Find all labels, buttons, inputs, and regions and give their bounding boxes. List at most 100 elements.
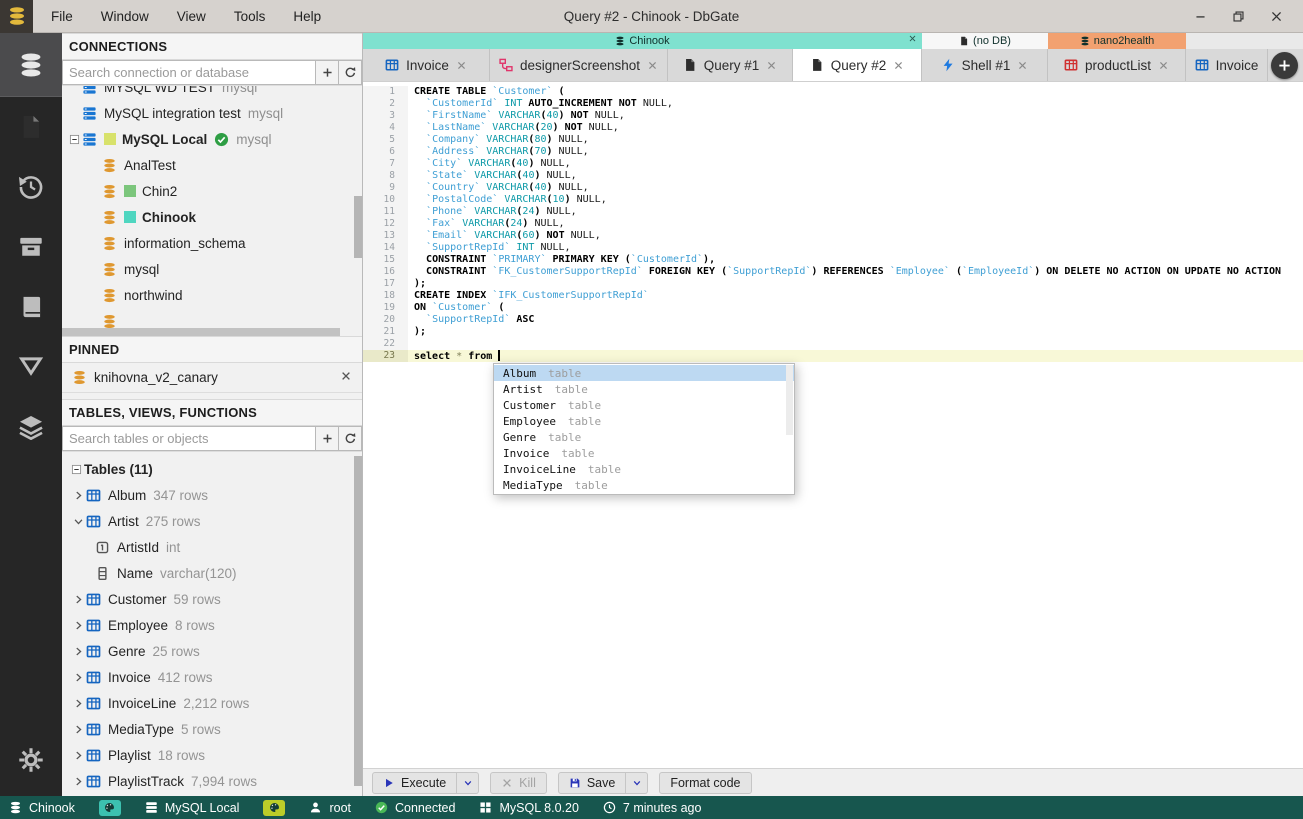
menu-tools[interactable]: Tools xyxy=(234,9,266,24)
connection-tree-row[interactable]: MySQL Local mysql xyxy=(62,126,362,152)
tab-productlist[interactable]: productList xyxy=(1048,49,1186,81)
close-tab-button[interactable] xyxy=(647,60,658,71)
execute-dropdown-button[interactable] xyxy=(457,771,480,794)
tables-search-input[interactable] xyxy=(62,426,316,451)
rail-history-button[interactable] xyxy=(0,157,62,217)
table-tree-row[interactable]: Tables (11) xyxy=(62,456,362,482)
tab-invoice[interactable]: Invoice xyxy=(1186,49,1268,81)
menu-window[interactable]: Window xyxy=(101,9,149,24)
table-tree-row[interactable]: MediaType 5 rows xyxy=(62,716,362,742)
connection-tree-row[interactable]: AnalTest xyxy=(62,152,362,178)
connections-hscrollbar[interactable] xyxy=(62,328,340,336)
table-tree-row[interactable]: Album 347 rows xyxy=(62,482,362,508)
chevron-right-icon[interactable] xyxy=(70,672,86,683)
table-tree-row[interactable]: Artist 275 rows xyxy=(62,508,362,534)
connections-vscrollbar[interactable] xyxy=(354,196,362,258)
tab-designerscreenshot[interactable]: designerScreenshot xyxy=(490,49,668,81)
close-tab-button[interactable] xyxy=(1017,60,1028,71)
autocomplete-item-employee[interactable]: Employee table xyxy=(494,413,794,429)
chevron-right-icon[interactable] xyxy=(70,646,86,657)
refresh-connections-button[interactable] xyxy=(339,60,362,85)
chevron-right-icon[interactable] xyxy=(70,724,86,735)
table-tree-row[interactable]: Customer 59 rows xyxy=(62,586,362,612)
rail-book-button[interactable] xyxy=(0,277,62,337)
status-root[interactable]: root xyxy=(309,801,351,815)
rail-funnel-button[interactable] xyxy=(0,337,62,397)
connection-tree-row[interactable]: Chin2 xyxy=(62,178,362,204)
add-table-button[interactable] xyxy=(316,426,339,451)
refresh-tables-button[interactable] xyxy=(339,426,362,451)
pinned-item[interactable]: knihovna_v2_canary xyxy=(62,363,362,392)
tab-group-nano2health[interactable]: nano2health xyxy=(1048,33,1186,49)
rail-database-button[interactable] xyxy=(0,33,62,97)
connection-tree-row[interactable]: information_schema xyxy=(62,230,362,256)
status-7minutesago[interactable]: 7 minutes ago xyxy=(603,801,701,815)
table-tree-row[interactable]: Name varchar(120) xyxy=(62,560,362,586)
format-code-button[interactable]: Format code xyxy=(659,771,752,794)
connection-tree-row[interactable]: mysql xyxy=(62,256,362,282)
status-mysqllocal[interactable]: MySQL Local xyxy=(145,801,239,815)
autocomplete-item-artist[interactable]: Artist table xyxy=(494,381,794,397)
autocomplete-item-customer[interactable]: Customer table xyxy=(494,397,794,413)
connection-tree-row[interactable]: MYSQL WD TEST mysql xyxy=(62,86,362,100)
save-dropdown-button[interactable] xyxy=(626,771,649,794)
menu-file[interactable]: File xyxy=(51,9,73,24)
close-window-button[interactable] xyxy=(1261,4,1291,28)
status-mysql8020[interactable]: MySQL 8.0.20 xyxy=(479,801,579,815)
chevron-right-icon[interactable] xyxy=(70,490,86,501)
rail-gear-button[interactable] xyxy=(0,730,62,790)
status-connected[interactable]: Connected xyxy=(375,801,455,815)
autocomplete-item-invoiceline[interactable]: InvoiceLine table xyxy=(494,461,794,477)
rail-archive-button[interactable] xyxy=(0,217,62,277)
connection-tree-row[interactable]: northwind xyxy=(62,282,362,308)
tab-query1[interactable]: Query #1 xyxy=(668,49,793,81)
restore-button[interactable] xyxy=(1223,4,1253,28)
chevron-right-icon[interactable] xyxy=(70,698,86,709)
collapse-expander-icon[interactable] xyxy=(68,464,84,475)
close-tab-button[interactable] xyxy=(766,60,777,71)
tab-query2[interactable]: Query #2 xyxy=(793,49,922,81)
collapse-expander-icon[interactable] xyxy=(66,134,82,145)
table-tree-row[interactable]: PlaylistTrack 7,994 rows xyxy=(62,768,362,794)
close-group-button[interactable] xyxy=(908,34,917,46)
autocomplete-item-mediatype[interactable]: MediaType table xyxy=(494,477,794,493)
chevron-right-icon[interactable] xyxy=(70,750,86,761)
menu-view[interactable]: View xyxy=(177,9,206,24)
status-chinook[interactable]: Chinook xyxy=(9,801,75,815)
new-tab-button[interactable] xyxy=(1271,52,1298,79)
tab-group-chinook[interactable]: Chinook xyxy=(363,33,922,49)
table-tree-row[interactable]: ArtistId int xyxy=(62,534,362,560)
connection-tree-row[interactable]: MySQL integration test mysql xyxy=(62,100,362,126)
chevron-right-icon[interactable] xyxy=(70,776,86,787)
execute-button[interactable]: Execute xyxy=(372,771,458,794)
rail-file-button[interactable] xyxy=(0,97,62,157)
chevron-right-icon[interactable] xyxy=(70,620,86,631)
menu-help[interactable]: Help xyxy=(293,9,321,24)
close-tab-button[interactable] xyxy=(893,60,904,71)
add-connection-button[interactable] xyxy=(316,60,339,85)
close-tab-button[interactable] xyxy=(456,60,467,71)
chevron-right-icon[interactable] xyxy=(70,594,86,605)
connections-search-input[interactable] xyxy=(62,60,316,85)
minimize-button[interactable] xyxy=(1185,4,1215,28)
autocomplete-scrollbar[interactable] xyxy=(786,365,793,435)
autocomplete-item-invoice[interactable]: Invoice table xyxy=(494,445,794,461)
sql-editor[interactable]: 1 CREATE TABLE `Customer` (2 `CustomerId`… xyxy=(363,82,1303,768)
autocomplete-item-genre[interactable]: Genre table xyxy=(494,429,794,445)
table-tree-row[interactable]: InvoiceLine 2,212 rows xyxy=(62,690,362,716)
table-tree-row[interactable]: Invoice 412 rows xyxy=(62,664,362,690)
chevron-down-icon[interactable] xyxy=(70,516,86,527)
table-tree-row[interactable]: Playlist 18 rows xyxy=(62,742,362,768)
save-button[interactable]: Save xyxy=(557,771,627,794)
unpin-button[interactable] xyxy=(340,370,352,385)
connection-tree-row[interactable]: Chinook xyxy=(62,204,362,230)
connection-color-chip[interactable] xyxy=(263,799,286,816)
table-tree-row[interactable]: Genre 25 rows xyxy=(62,638,362,664)
close-tab-button[interactable] xyxy=(1158,60,1169,71)
autocomplete-item-album[interactable]: Album table xyxy=(494,365,794,381)
database-color-chip[interactable] xyxy=(98,799,121,816)
tab-group-nodb[interactable]: (no DB) xyxy=(922,33,1048,49)
rail-layers-button[interactable] xyxy=(0,397,62,457)
tab-invoice[interactable]: Invoice xyxy=(363,49,490,81)
table-tree-row[interactable]: Employee 8 rows xyxy=(62,612,362,638)
